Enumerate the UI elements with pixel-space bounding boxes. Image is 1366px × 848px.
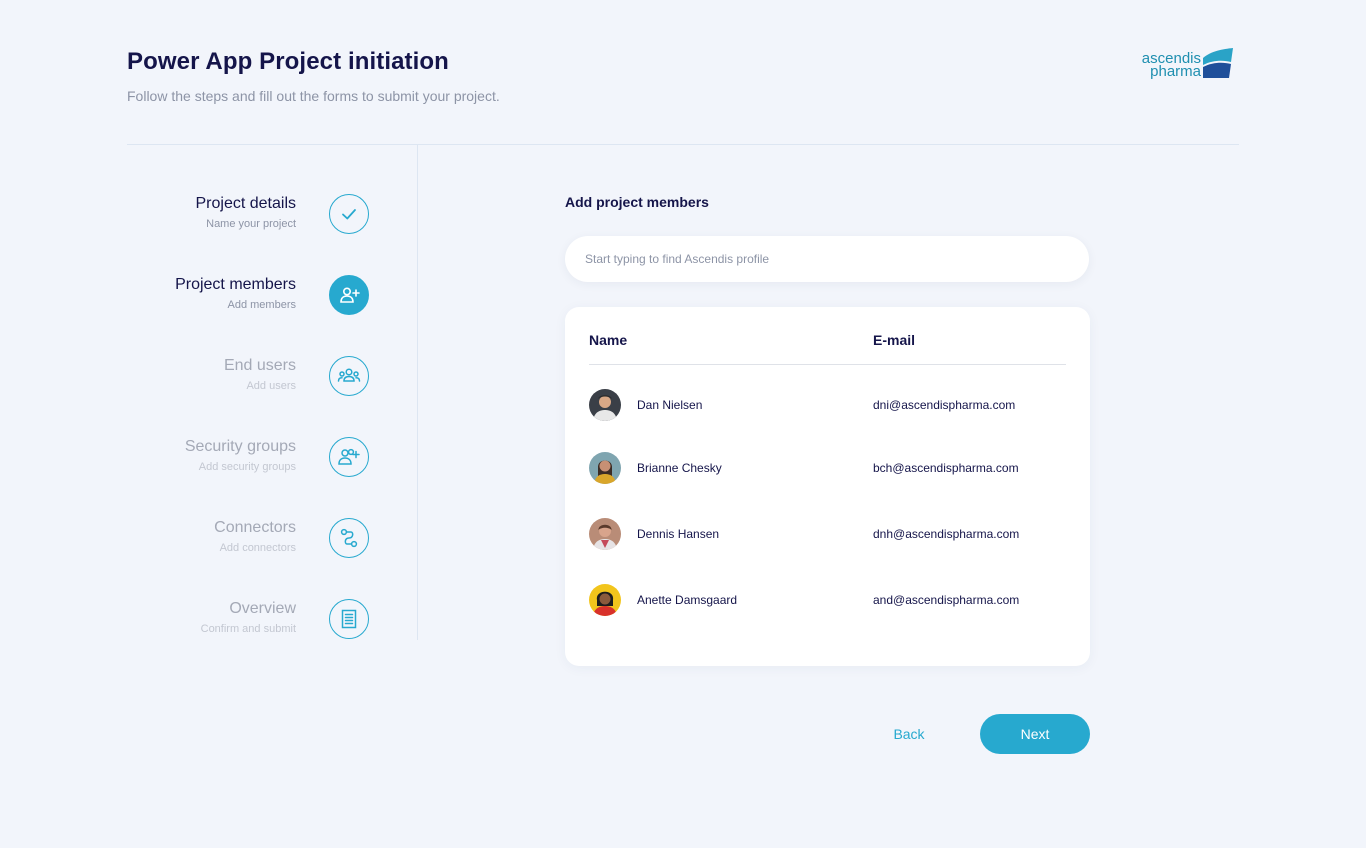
step-subtitle: Add users [246,380,296,392]
sidebar-divider [417,145,418,640]
step-security-groups[interactable]: Security groups Add security groups [127,437,369,479]
add-users-icon [338,448,360,465]
member-email: dni@ascendispharma.com [873,398,1016,412]
step-subtitle: Add security groups [198,461,296,473]
add-user-icon [340,287,360,303]
next-button[interactable]: Next [980,714,1090,754]
avatar [589,584,621,616]
table-row[interactable]: Anette Damsgaard and@ascendispharma.com [589,584,1066,616]
users-group-icon [337,368,361,382]
check-icon [342,209,356,220]
connector-icon [340,528,358,548]
step-project-members[interactable]: Project members Add members [127,275,369,317]
table-row[interactable]: Dan Nielsen dni@ascendispharma.com [589,389,1066,421]
member-name: Anette Damsgaard [637,593,738,607]
member-name: Dennis Hansen [637,527,720,541]
step-status-circle [329,518,369,558]
avatar [589,518,621,550]
step-project-details[interactable]: Project details Name your project [127,194,369,236]
step-title: Security groups [184,438,296,455]
back-button[interactable]: Back [878,714,940,754]
header-divider [127,144,1239,145]
avatar [589,452,621,484]
table-row[interactable]: Dennis Hansen dnh@ascendispharma.com [589,518,1066,550]
step-subtitle: Add members [227,299,296,311]
column-header-name: Name [589,332,628,348]
member-name: Dan Nielsen [637,398,703,412]
column-header-email: E-mail [873,332,916,348]
step-status-circle [329,356,369,396]
step-subtitle: Confirm and submit [200,623,296,635]
step-status-circle [329,437,369,477]
step-overview[interactable]: Overview Confirm and submit [127,599,369,641]
logo-mark-icon [1203,48,1233,78]
step-title: Connectors [214,519,296,536]
document-icon [341,609,357,629]
member-name: Brianne Chesky [637,461,722,475]
step-status-circle [329,275,369,315]
table-row[interactable]: Brianne Chesky bch@ascendispharma.com [589,452,1066,484]
page-subtitle: Follow the steps and fill out the forms … [127,88,500,104]
step-end-users[interactable]: End users Add users [127,356,369,398]
header-divider [589,364,1066,365]
step-title: End users [223,357,296,374]
step-title: Project members [175,276,296,293]
page-title: Power App Project initiation [127,48,449,75]
logo-text: ascendis pharma [1141,50,1201,80]
step-title: Overview [229,600,296,617]
step-status-circle [329,194,369,234]
member-email: bch@ascendispharma.com [873,461,1019,475]
ascendis-logo: ascendis pharma [1139,48,1239,82]
member-email: dnh@ascendispharma.com [873,527,1020,541]
step-connectors[interactable]: Connectors Add connectors [127,518,369,560]
members-table: Name E-mail Dan Nielsen dni@ascendisphar… [565,307,1090,666]
section-title: Add project members [565,194,709,210]
step-status-circle [329,599,369,639]
avatar [589,389,621,421]
member-email: and@ascendispharma.com [873,593,1020,607]
step-title: Project details [195,195,297,212]
step-subtitle: Name your project [206,218,296,230]
member-search-input[interactable]: Start typing to find Ascendis profile [565,236,1089,282]
step-subtitle: Add connectors [219,542,296,554]
